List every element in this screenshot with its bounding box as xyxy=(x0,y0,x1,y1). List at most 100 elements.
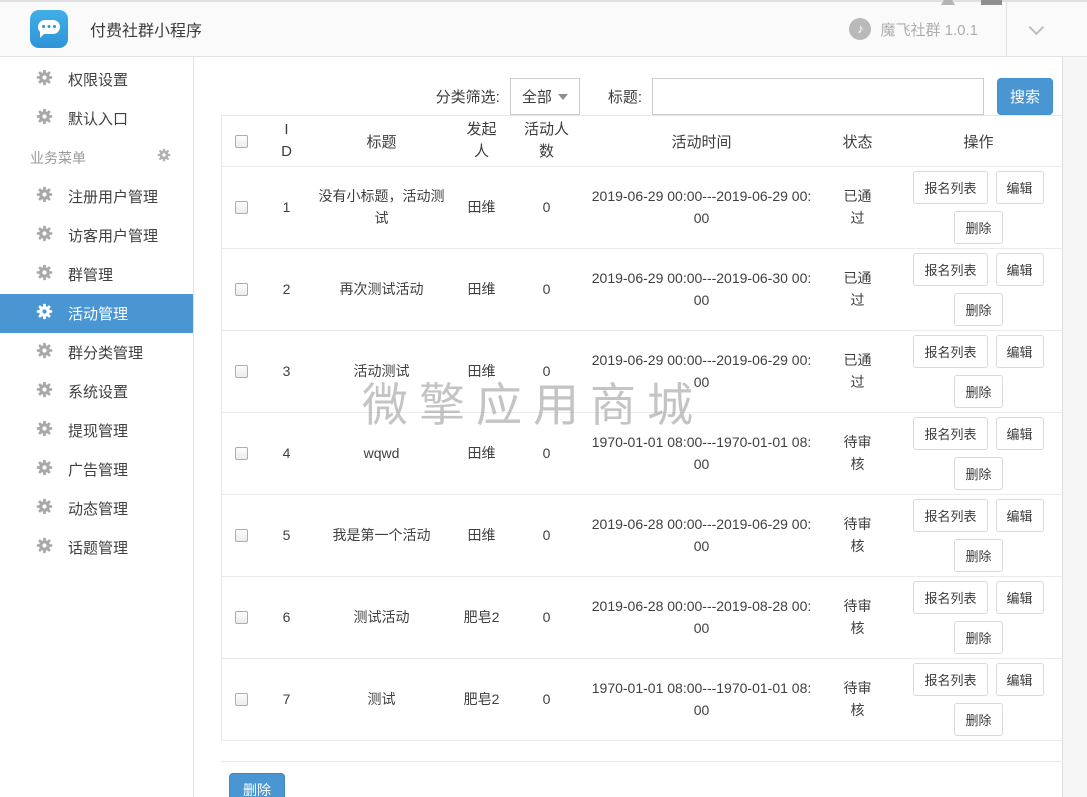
delete-button[interactable]: 删除 xyxy=(954,375,1002,408)
signup-list-button[interactable]: 报名列表 xyxy=(913,499,987,532)
cell-title: 测试活动 xyxy=(312,577,452,659)
row-checkbox[interactable] xyxy=(235,283,248,296)
gear-icon xyxy=(36,108,53,125)
sidebar-item-提现管理[interactable]: 提现管理 xyxy=(0,411,193,450)
section-gear-icon-slot[interactable] xyxy=(157,148,171,167)
sidebar-item-label: 系统设置 xyxy=(68,381,128,402)
header-actions: 操作 xyxy=(894,116,1064,167)
edit-button[interactable]: 编辑 xyxy=(996,581,1044,614)
gear-icon xyxy=(36,225,53,242)
row-checkbox[interactable] xyxy=(235,365,248,378)
row-checkbox[interactable] xyxy=(235,693,248,706)
gear-icon-slot xyxy=(36,381,53,403)
chevron-down-icon xyxy=(1029,19,1045,35)
sidebar-item-群分类管理[interactable]: 群分类管理 xyxy=(0,333,193,372)
table-row: 3 活动测试 田维 0 2019-06-29 00:00---2019-06-2… xyxy=(222,331,1064,413)
row-checkbox[interactable] xyxy=(235,529,248,542)
signup-list-button[interactable]: 报名列表 xyxy=(913,335,987,368)
delete-button[interactable]: 删除 xyxy=(954,457,1002,490)
signup-list-button[interactable]: 报名列表 xyxy=(913,171,987,204)
category-select[interactable]: 全部 xyxy=(510,78,580,115)
delete-button[interactable]: 删除 xyxy=(954,703,1002,736)
edit-button[interactable]: 编辑 xyxy=(996,335,1044,368)
cell-title: 测试 xyxy=(312,659,452,741)
sidebar: 权限设置 默认入口 业务菜单 注册用户 xyxy=(0,57,194,797)
sidebar-item-label: 群管理 xyxy=(68,264,113,285)
cell-initiator: 田维 xyxy=(452,167,512,249)
cell-activity-time: 1970-01-01 08:00---1970-01-01 08:00 xyxy=(582,659,822,741)
cell-status: 已通过 xyxy=(822,167,894,249)
delete-button[interactable]: 删除 xyxy=(954,211,1002,244)
delete-button[interactable]: 删除 xyxy=(954,621,1002,654)
cell-id: 7 xyxy=(262,659,312,741)
signup-list-button[interactable]: 报名列表 xyxy=(913,253,987,286)
sidebar-item-权限设置[interactable]: 权限设置 xyxy=(0,60,193,99)
bulk-delete-button[interactable]: 删除 xyxy=(229,773,285,797)
gear-icon-slot xyxy=(36,420,53,442)
cell-actions: 报名列表 编辑 删除 xyxy=(894,577,1064,659)
cell-status: 待审核 xyxy=(822,659,894,741)
cell-initiator: 肥皂2 xyxy=(452,659,512,741)
sidebar-item-系统设置[interactable]: 系统设置 xyxy=(0,372,193,411)
cell-participants: 0 xyxy=(512,249,582,331)
filter-bar: 分类筛选: 全部 标题: 搜索 xyxy=(194,77,1062,115)
cell-status: 待审核 xyxy=(822,577,894,659)
cell-id: 1 xyxy=(262,167,312,249)
account-dropdown[interactable] xyxy=(1007,2,1087,56)
edit-button[interactable]: 编辑 xyxy=(996,417,1044,450)
select-all-checkbox[interactable] xyxy=(235,135,248,148)
signup-list-button[interactable]: 报名列表 xyxy=(913,417,987,450)
cell-initiator: 肥皂2 xyxy=(452,577,512,659)
sidebar-item-动态管理[interactable]: 动态管理 xyxy=(0,489,193,528)
cell-id: 3 xyxy=(262,331,312,413)
gear-icon-slot xyxy=(36,69,53,91)
cell-initiator: 田维 xyxy=(452,249,512,331)
edit-button[interactable]: 编辑 xyxy=(996,253,1044,286)
cell-activity-time: 2019-06-29 00:00---2019-06-30 00:00 xyxy=(582,249,822,331)
gear-icon xyxy=(157,148,171,162)
header-id: ID xyxy=(262,116,312,167)
edit-button[interactable]: 编辑 xyxy=(996,171,1044,204)
signup-list-button[interactable]: 报名列表 xyxy=(913,663,987,696)
cell-title: 活动测试 xyxy=(312,331,452,413)
cell-actions: 报名列表 编辑 删除 xyxy=(894,249,1064,331)
sidebar-item-label: 广告管理 xyxy=(68,459,128,480)
sidebar-item-群管理[interactable]: 群管理 xyxy=(0,255,193,294)
gear-icon-slot xyxy=(36,537,53,559)
gear-icon xyxy=(36,264,53,281)
header-title: 标题 xyxy=(312,116,452,167)
sidebar-item-默认入口[interactable]: 默认入口 xyxy=(0,99,193,138)
signup-list-button[interactable]: 报名列表 xyxy=(913,581,987,614)
sidebar-item-访客用户管理[interactable]: 访客用户管理 xyxy=(0,216,193,255)
sidebar-item-广告管理[interactable]: 广告管理 xyxy=(0,450,193,489)
delete-button[interactable]: 删除 xyxy=(954,539,1002,572)
admin-page: 付费社群小程序 ♪ 魔飞社群 1.0.1 权限设置 默 xyxy=(0,0,1087,797)
row-checkbox[interactable] xyxy=(235,611,248,624)
cell-title: 我是第一个活动 xyxy=(312,495,452,577)
app-logo-chat-icon xyxy=(30,10,68,48)
table-row: 2 再次测试活动 田维 0 2019-06-29 00:00---2019-06… xyxy=(222,249,1064,331)
gear-icon xyxy=(36,303,53,320)
cell-title: 再次测试活动 xyxy=(312,249,452,331)
cell-actions: 报名列表 编辑 删除 xyxy=(894,413,1064,495)
cell-participants: 0 xyxy=(512,495,582,577)
delete-button[interactable]: 删除 xyxy=(954,293,1002,326)
title-search-input[interactable] xyxy=(652,78,984,115)
row-checkbox[interactable] xyxy=(235,201,248,214)
sidebar-menu-group: 注册用户管理 访客用户管理 群管理 活动管理 xyxy=(0,177,193,567)
sidebar-item-label: 访客用户管理 xyxy=(68,225,158,246)
edit-button[interactable]: 编辑 xyxy=(996,499,1044,532)
cell-status: 已通过 xyxy=(822,331,894,413)
search-button[interactable]: 搜索 xyxy=(997,78,1053,115)
table-header-row: ID 标题 发起人 活动人数 活动时间 状态 操作 xyxy=(222,116,1064,167)
edit-button[interactable]: 编辑 xyxy=(996,663,1044,696)
sidebar-item-注册用户管理[interactable]: 注册用户管理 xyxy=(0,177,193,216)
gear-icon xyxy=(36,498,53,515)
sidebar-item-活动管理[interactable]: 活动管理 xyxy=(0,294,193,333)
section-label: 业务菜单 xyxy=(30,148,86,168)
gear-icon xyxy=(36,381,53,398)
footer-divider xyxy=(221,761,1063,762)
row-checkbox[interactable] xyxy=(235,447,248,460)
cell-participants: 0 xyxy=(512,577,582,659)
sidebar-item-话题管理[interactable]: 话题管理 xyxy=(0,528,193,567)
